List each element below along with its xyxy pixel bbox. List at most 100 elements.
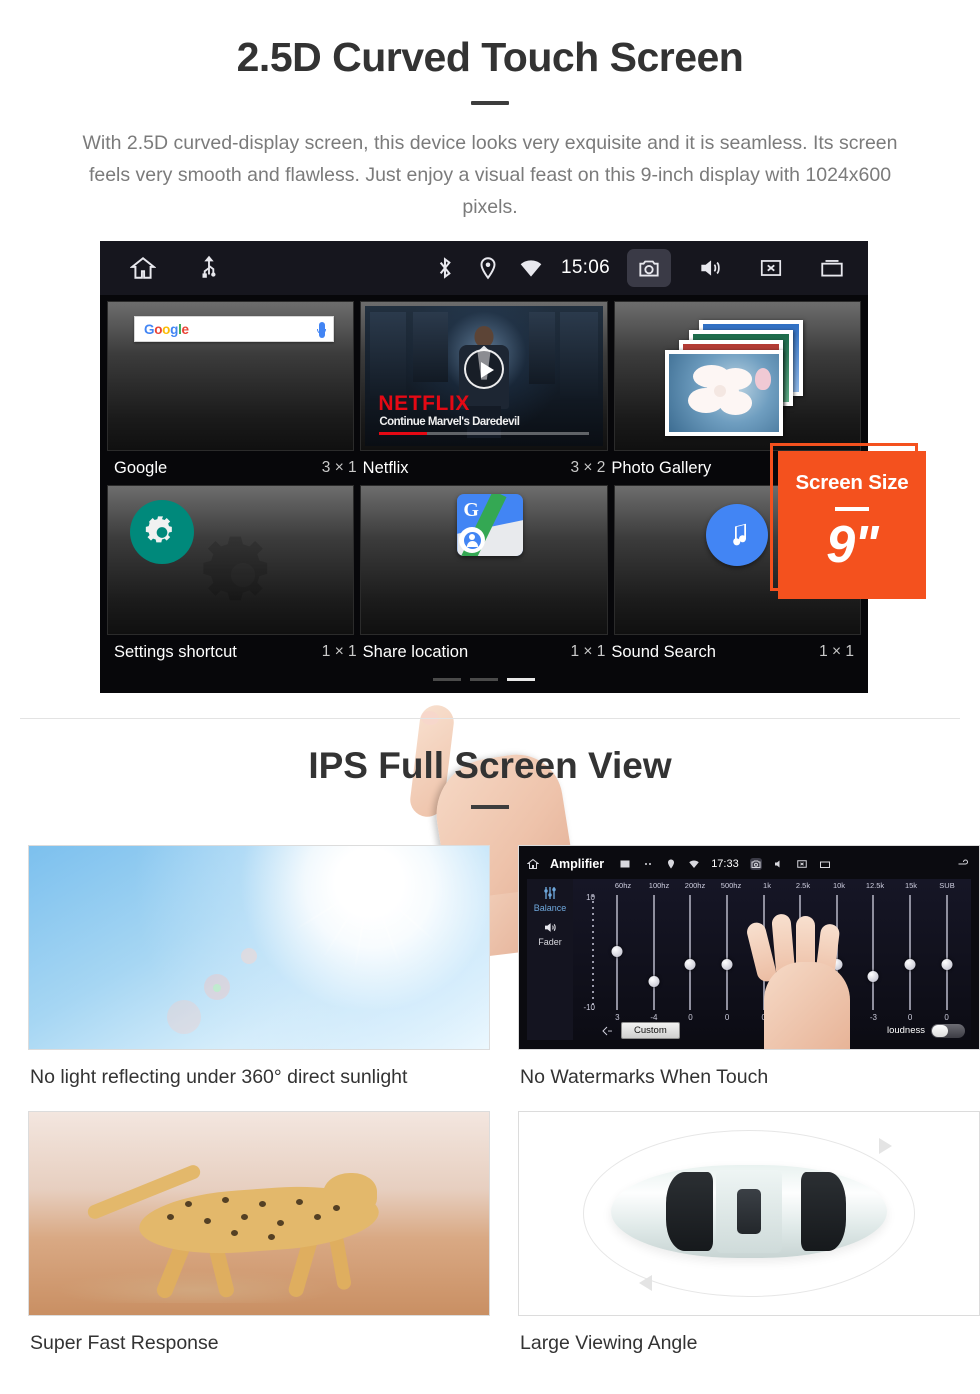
back-icon[interactable] — [955, 858, 971, 870]
curved-screen-section: 2.5D Curved Touch Screen With 2.5D curve… — [0, 0, 980, 223]
eq-band-label: 100hz — [648, 881, 670, 890]
home-icon[interactable] — [527, 858, 539, 870]
widget-photo-gallery[interactable] — [613, 301, 861, 451]
car-top-view-diagram — [518, 1111, 980, 1316]
title-divider — [471, 101, 509, 105]
fader-label: Fader — [538, 937, 562, 947]
google-maps-icon[interactable]: G — [457, 494, 524, 556]
eq-value: 0 — [907, 1013, 913, 1022]
camera-icon[interactable] — [749, 858, 762, 870]
size-text: 3 × 2 — [570, 459, 606, 476]
location-icon — [480, 257, 496, 280]
eq-value: 0 — [944, 1013, 949, 1022]
screen-size-badge: Screen Size 9" — [778, 451, 926, 599]
eq-band-label: 1k — [763, 881, 771, 890]
usb-icon[interactable] — [196, 255, 222, 281]
size-text: 1 × 1 — [321, 643, 357, 660]
close-icon[interactable] — [796, 858, 808, 870]
widget-share-location[interactable]: G — [360, 485, 608, 635]
eq-value: 0 — [724, 1013, 730, 1022]
widget-label-google: Google 3 × 1 — [114, 451, 357, 485]
eq-band-label: 2.5k — [795, 881, 811, 890]
section-divider — [20, 718, 960, 719]
gear-ghost-icon — [203, 536, 268, 601]
gear-icon[interactable] — [130, 500, 194, 564]
search-input[interactable]: Google — [134, 316, 334, 342]
size-text: 1 × 1 — [819, 643, 855, 660]
amplifier-title: Amplifier — [550, 857, 605, 871]
rotation-arrow-icon — [638, 1274, 652, 1291]
wifi-icon — [689, 860, 699, 868]
page-dot-active[interactable] — [507, 678, 535, 681]
eq-slider — [892, 895, 929, 1010]
widget-google[interactable]: Google — [107, 301, 355, 451]
eq-band-label: 15k — [904, 881, 918, 890]
card-sunlight[interactable]: No light reflecting under 360° direct su… — [28, 845, 490, 1089]
netflix-thumbnail: NETFLIX Continue Marvel's Daredevil — [365, 306, 603, 446]
card-caption: No light reflecting under 360° direct su… — [30, 1066, 408, 1088]
widget-row-1: Google NETFLIX Continue Marvel's Daredev… — [107, 301, 861, 451]
widget-row-2: G — [107, 485, 861, 635]
label-text: Sound Search — [611, 642, 716, 661]
gallery-icon[interactable] — [619, 858, 631, 870]
car-illustration — [611, 1164, 887, 1259]
page-title: 2.5D Curved Touch Screen — [236, 34, 744, 80]
eq-value: 3 — [615, 1013, 620, 1022]
status-bar-clock: 15:06 — [560, 257, 610, 278]
amplifier-body: Balance Fader 60hz 100hz 200hz 500hz 1k … — [527, 879, 971, 1049]
card-car[interactable]: Large Viewing Angle — [518, 1111, 980, 1355]
rotation-arrow-icon — [878, 1138, 892, 1155]
home-icon[interactable] — [130, 255, 156, 281]
size-text: 1 × 1 — [570, 643, 606, 660]
eq-slider — [672, 895, 709, 1010]
fader-icon[interactable] — [541, 920, 559, 935]
ips-section: IPS Full Screen View — [0, 745, 980, 809]
preset-button[interactable]: Custom — [621, 1022, 680, 1039]
eq-value: -4 — [650, 1013, 658, 1022]
eq-band-label: SUB — [939, 881, 955, 890]
android-home-screen: 15:06 Google NETFLIX Continue Marvel's D… — [100, 241, 868, 693]
section-description: With 2.5D curved-display screen, this de… — [82, 132, 898, 218]
loudness-label: loudness — [886, 1025, 925, 1036]
card-cheetah[interactable]: Super Fast Response — [28, 1111, 490, 1355]
more-icon[interactable] — [642, 858, 654, 870]
cards-row-1: No light reflecting under 360° direct su… — [0, 845, 980, 1089]
widget-label-share-location: Share location 1 × 1 — [363, 635, 606, 669]
microphone-icon[interactable] — [317, 322, 326, 338]
close-icon[interactable] — [749, 249, 793, 287]
label-text: Google — [114, 458, 168, 477]
wifi-icon — [520, 260, 542, 277]
widget-netflix[interactable]: NETFLIX Continue Marvel's Daredevil — [360, 301, 608, 451]
status-bar-left — [100, 255, 222, 281]
loudness-toggle[interactable] — [931, 1023, 965, 1038]
eq-slider — [599, 895, 636, 1010]
balance-icon[interactable] — [542, 885, 558, 901]
page-indicator[interactable] — [107, 669, 861, 681]
widget-label-settings-shortcut: Settings shortcut 1 × 1 — [114, 635, 357, 669]
widget-label-netflix: Netflix 3 × 2 — [363, 451, 606, 485]
loudness-control[interactable]: loudness — [886, 1023, 965, 1038]
cheetah-photo — [28, 1111, 490, 1316]
widget-settings-shortcut[interactable] — [107, 485, 355, 635]
prev-icon[interactable] — [599, 1025, 613, 1037]
badge-label: Screen Size — [795, 471, 909, 494]
sunlight-photo — [28, 845, 490, 1050]
recents-icon[interactable] — [819, 858, 831, 870]
badge-value: 9" — [826, 515, 879, 574]
amplifier-status-bar: Amplifier 17:33 — [527, 852, 971, 876]
page-dot[interactable] — [433, 678, 461, 681]
balance-label: Balance — [533, 903, 567, 913]
volume-icon[interactable] — [688, 249, 732, 287]
netflix-subtitle: Continue Marvel's Daredevil — [379, 416, 520, 428]
card-amplifier[interactable]: Amplifier 17:33 Balance Fader 60hz 100hz… — [518, 845, 980, 1089]
page-dot[interactable] — [470, 678, 498, 681]
netflix-brand: NETFLIX — [378, 392, 471, 415]
volume-icon[interactable] — [773, 858, 785, 870]
status-bar-right: 15:06 — [432, 249, 868, 287]
photo-stack — [661, 320, 811, 438]
play-icon[interactable] — [463, 349, 504, 389]
camera-icon[interactable] — [627, 249, 671, 287]
music-note-icon[interactable] — [706, 504, 769, 566]
recents-icon[interactable] — [810, 249, 854, 287]
eq-band-label: 500hz — [720, 881, 742, 890]
